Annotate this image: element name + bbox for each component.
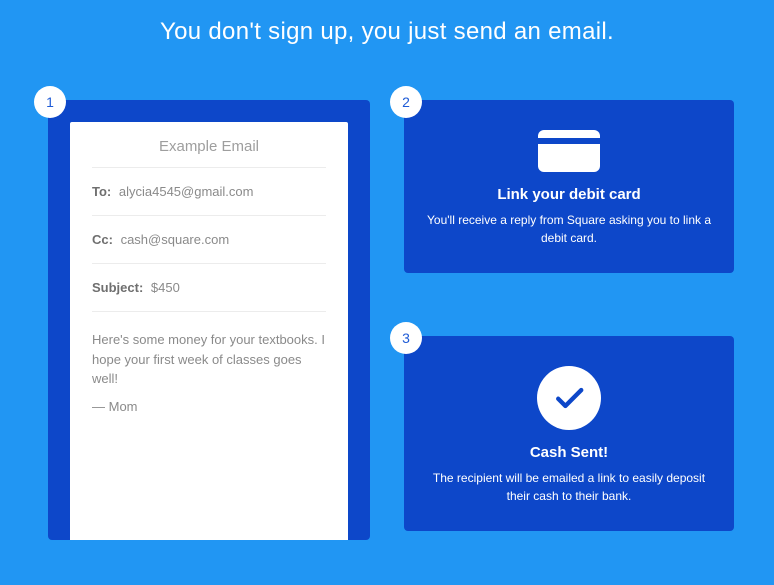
step-3-panel: 3 Cash Sent! The recipient will be email… bbox=[404, 336, 734, 531]
steps-container: 1 Example Email To: alycia4545@gmail.com… bbox=[0, 64, 774, 585]
step-3-title: Cash Sent! bbox=[426, 444, 712, 461]
step-3-badge: 3 bbox=[390, 322, 422, 354]
step-2-title: Link your debit card bbox=[426, 186, 712, 203]
step-1-panel: 1 Example Email To: alycia4545@gmail.com… bbox=[48, 100, 370, 540]
email-cc-value: cash@square.com bbox=[121, 232, 230, 247]
step-2-badge: 2 bbox=[390, 86, 422, 118]
email-body-text: Here's some money for your textbooks. I … bbox=[92, 312, 326, 399]
example-email-sheet: Example Email To: alycia4545@gmail.com C… bbox=[70, 122, 348, 540]
email-cc-label: Cc: bbox=[92, 232, 113, 247]
debit-card-icon bbox=[538, 130, 600, 172]
email-signature: — Mom bbox=[92, 399, 326, 414]
email-to-value: alycia4545@gmail.com bbox=[119, 184, 254, 199]
step-2-panel: 2 Link your debit card You'll receive a … bbox=[404, 100, 734, 273]
email-cc-row: Cc: cash@square.com bbox=[92, 216, 326, 264]
checkmark-circle-icon bbox=[537, 366, 601, 430]
email-subject-row: Subject: $450 bbox=[92, 264, 326, 312]
page-headline: You don't sign up, you just send an emai… bbox=[0, 0, 774, 46]
example-email-title: Example Email bbox=[92, 122, 326, 168]
email-subject-label: Subject: bbox=[92, 280, 143, 295]
email-to-row: To: alycia4545@gmail.com bbox=[92, 168, 326, 216]
email-to-label: To: bbox=[92, 184, 111, 199]
email-subject-value: $450 bbox=[151, 280, 180, 295]
step-3-description: The recipient will be emailed a link to … bbox=[426, 469, 712, 505]
step-1-badge: 1 bbox=[34, 86, 66, 118]
step-2-description: You'll receive a reply from Square askin… bbox=[426, 211, 712, 247]
